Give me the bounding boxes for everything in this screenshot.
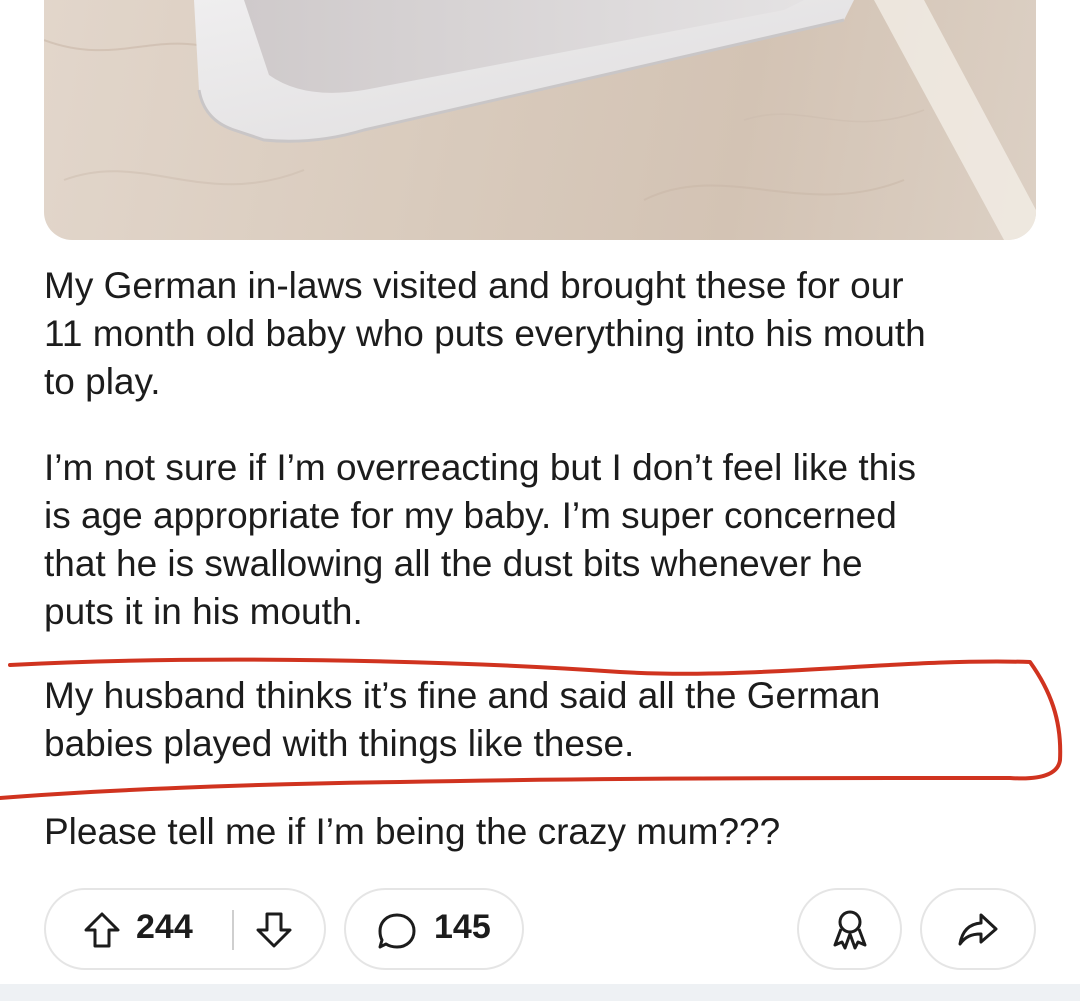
- upvote-count: 244: [136, 908, 193, 946]
- post-detail: My German in-laws visited and brought th…: [0, 0, 1080, 1001]
- comment-bubble-icon: [376, 910, 418, 952]
- downvote-arrow-icon[interactable]: [254, 910, 294, 950]
- post-text-line: puts it in his mouth.: [44, 591, 363, 632]
- post-action-bar: 244 145: [0, 888, 1080, 972]
- award-icon: [830, 907, 870, 951]
- comment-count: 145: [434, 908, 491, 946]
- post-paragraph: Please tell me if I’m being the crazy mu…: [44, 808, 1044, 856]
- bottom-separator: [0, 984, 1080, 1001]
- post-image[interactable]: [44, 0, 1036, 240]
- post-text-line: I’m not sure if I’m overreacting but I d…: [44, 447, 916, 488]
- award-button[interactable]: [797, 888, 902, 970]
- upvote-arrow-icon[interactable]: [82, 910, 122, 950]
- vote-divider: [232, 910, 234, 950]
- post-paragraph-highlighted: My husband thinks it’s fine and said all…: [44, 672, 1044, 768]
- vote-control: 244: [44, 888, 326, 970]
- post-text-line: My husband thinks it’s fine and said all…: [44, 675, 881, 716]
- post-paragraph: I’m not sure if I’m overreacting but I d…: [44, 444, 1044, 636]
- post-photo-illustration: [44, 0, 1036, 240]
- post-paragraph: My German in-laws visited and brought th…: [44, 262, 1044, 406]
- post-text-line: Please tell me if I’m being the crazy mu…: [44, 811, 781, 852]
- post-text-line: to play.: [44, 361, 161, 402]
- post-text-line: is age appropriate for my baby. I’m supe…: [44, 495, 897, 536]
- share-arrow-icon: [957, 909, 999, 949]
- post-text-line: that he is swallowing all the dust bits …: [44, 543, 863, 584]
- comments-button[interactable]: 145: [344, 888, 524, 970]
- post-text-line: 11 month old baby who puts everything in…: [44, 313, 926, 354]
- post-text-line: babies played with things like these.: [44, 723, 635, 764]
- post-text-line: My German in-laws visited and brought th…: [44, 265, 904, 306]
- share-button[interactable]: [920, 888, 1036, 970]
